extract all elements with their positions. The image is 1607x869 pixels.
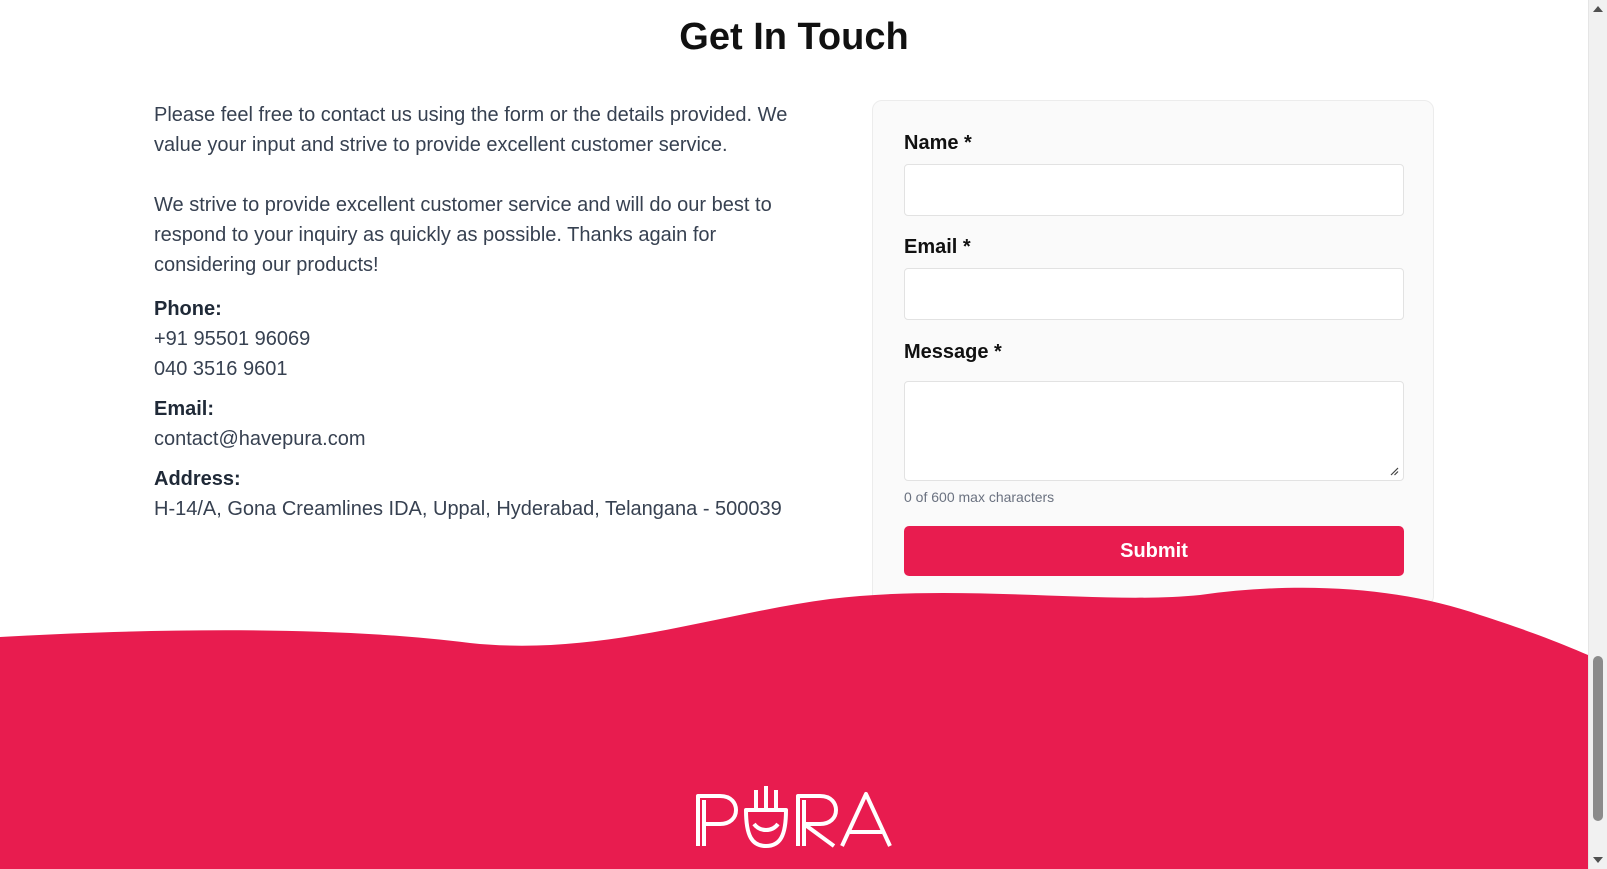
email-link[interactable]: contact@havepura.com [154,424,794,454]
address-section: Address: H-14/A, Gona Creamlines IDA, Up… [154,464,794,524]
contact-form: Name * Email * Message * 0 of 600 max ch… [872,100,1434,606]
character-counter: 0 of 600 max characters [904,489,1055,505]
textarea-resize-icon[interactable] [1389,466,1399,476]
email-input[interactable] [904,268,1404,320]
message-label: Message * [904,341,1002,363]
contact-info-column: Please feel free to contact us using the… [154,100,794,524]
phone-section: Phone: +91 95501 96069 040 3516 9601 [154,294,794,384]
phone-label: Phone: [154,298,222,320]
email-section: Email: contact@havepura.com [154,394,794,454]
intro-paragraph-2: We strive to provide excellent customer … [154,194,772,276]
submit-button[interactable]: Submit [904,526,1404,576]
contact-page: Get In Touch Please feel free to contact… [0,0,1607,869]
pura-logo-icon [696,786,892,848]
address-label: Address: [154,468,241,490]
address-text: H-14/A, Gona Creamlines IDA, Uppal, Hyde… [154,498,782,520]
message-textarea[interactable] [904,381,1404,481]
scrollbar-thumb[interactable] [1593,656,1603,821]
page-title: Get In Touch [679,16,909,58]
email-field-label: Email * [904,236,971,258]
chevron-down-icon[interactable] [1593,857,1603,863]
name-input[interactable] [904,164,1404,216]
page-scrollbar[interactable] [1588,0,1607,869]
email-label: Email: [154,398,215,420]
name-label: Name * [904,132,972,154]
intro-paragraph-1: Please feel free to contact us using the… [154,104,788,156]
phone-number-primary[interactable]: +91 95501 96069 [154,324,794,354]
phone-number-secondary[interactable]: 040 3516 9601 [154,354,794,384]
chevron-up-icon[interactable] [1593,6,1603,12]
footer-logo[interactable] [674,770,914,869]
